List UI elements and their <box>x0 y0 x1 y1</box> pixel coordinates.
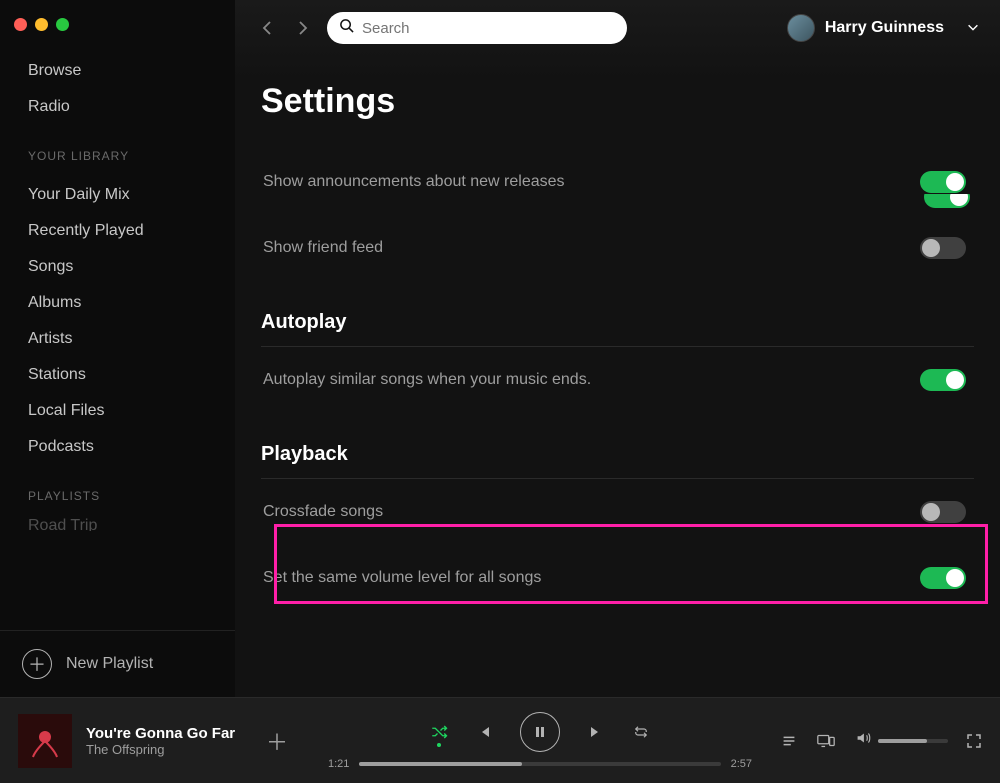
section-header-playback: Playback <box>261 425 974 479</box>
section-header-autoplay: Autoplay <box>261 293 974 347</box>
volume-icon <box>854 729 872 752</box>
player-bar: You're Gonna Go Far The Offspring ＋ <box>0 697 1000 783</box>
toggle-crossfade[interactable] <box>920 501 966 523</box>
sidebar-item-albums[interactable]: Albums <box>0 285 235 321</box>
search-icon <box>339 18 354 38</box>
user-menu[interactable]: Harry Guinness <box>787 14 980 42</box>
sidebar-item-radio[interactable]: Radio <box>0 89 235 125</box>
sidebar-header-playlists: PLAYLISTS <box>0 475 235 513</box>
setting-label: Show announcements about new releases <box>263 173 565 191</box>
setting-label: Crossfade songs <box>263 503 383 521</box>
elapsed-time: 1:21 <box>328 758 349 770</box>
main-panel: Harry Guinness Settings Show announcemen… <box>235 0 1000 697</box>
new-playlist-button[interactable]: ＋ New Playlist <box>0 630 235 697</box>
track-artist[interactable]: The Offspring <box>86 742 246 757</box>
setting-row-normalize: Set the same volume level for all songs <box>261 545 974 595</box>
track-title[interactable]: You're Gonna Go Far <box>86 725 246 742</box>
plus-icon: ＋ <box>22 649 52 679</box>
nav-forward-button[interactable] <box>291 16 315 40</box>
queue-button[interactable] <box>780 732 798 750</box>
partial-toggle <box>924 194 970 210</box>
minimize-window-icon[interactable] <box>35 18 48 31</box>
sidebar-item-browse[interactable]: Browse <box>0 53 235 89</box>
add-track-button[interactable]: ＋ <box>260 725 294 757</box>
setting-label: Set the same volume level for all songs <box>263 569 541 587</box>
total-time: 2:57 <box>731 758 752 770</box>
sidebar-item-daily-mix[interactable]: Your Daily Mix <box>0 177 235 213</box>
playback-controls: 1:21 2:57 <box>328 712 752 770</box>
setting-row-friend-feed: Show friend feed <box>261 215 974 281</box>
setting-label: Show friend feed <box>263 239 383 257</box>
sidebar-item-artists[interactable]: Artists <box>0 321 235 357</box>
toggle-normalize[interactable] <box>920 567 966 589</box>
user-name-label: Harry Guinness <box>825 19 944 37</box>
sidebar-item-stations[interactable]: Stations <box>0 357 235 393</box>
fullscreen-button[interactable] <box>966 733 982 749</box>
close-window-icon[interactable] <box>14 18 27 31</box>
setting-label: Autoplay similar songs when your music e… <box>263 371 591 389</box>
setting-row-announcements: Show announcements about new releases <box>261 149 974 215</box>
previous-button[interactable] <box>476 724 492 740</box>
setting-row-autoplay: Autoplay similar songs when your music e… <box>261 347 974 413</box>
progress-bar: 1:21 2:57 <box>328 758 752 770</box>
album-art[interactable] <box>18 714 72 768</box>
sidebar-header-library: YOUR LIBRARY <box>0 135 235 173</box>
volume-bar[interactable] <box>878 739 948 743</box>
play-pause-button[interactable] <box>520 712 560 752</box>
sidebar-item-podcasts[interactable]: Podcasts <box>0 429 235 465</box>
sidebar-item-playlist[interactable]: Road Trip <box>0 517 235 531</box>
now-playing: You're Gonna Go Far The Offspring ＋ <box>18 714 328 768</box>
maximize-window-icon[interactable] <box>56 18 69 31</box>
seek-bar[interactable] <box>359 762 720 766</box>
chevron-down-icon <box>954 20 980 37</box>
nav-back-button[interactable] <box>255 16 279 40</box>
toggle-announcements[interactable] <box>920 171 966 193</box>
toggle-autoplay[interactable] <box>920 369 966 391</box>
sidebar-item-songs[interactable]: Songs <box>0 249 235 285</box>
sidebar-item-recently-played[interactable]: Recently Played <box>0 213 235 249</box>
setting-row-crossfade: Crossfade songs <box>261 479 974 545</box>
shuffle-button[interactable] <box>430 723 448 741</box>
page-title: Settings <box>261 82 974 121</box>
devices-button[interactable] <box>816 732 836 750</box>
avatar <box>787 14 815 42</box>
window-controls <box>0 10 235 49</box>
volume-control[interactable] <box>854 729 948 752</box>
settings-content: Settings Show announcements about new re… <box>235 56 1000 697</box>
sidebar-item-local-files[interactable]: Local Files <box>0 393 235 429</box>
new-playlist-label: New Playlist <box>66 655 153 673</box>
repeat-button[interactable] <box>632 723 650 741</box>
right-controls <box>752 729 982 752</box>
next-button[interactable] <box>588 724 604 740</box>
sidebar: Browse Radio YOUR LIBRARY Your Daily Mix… <box>0 0 235 697</box>
search-input[interactable] <box>362 20 615 37</box>
topbar: Harry Guinness <box>235 0 1000 56</box>
toggle-friend-feed[interactable] <box>920 237 966 259</box>
search-field[interactable] <box>327 12 627 44</box>
